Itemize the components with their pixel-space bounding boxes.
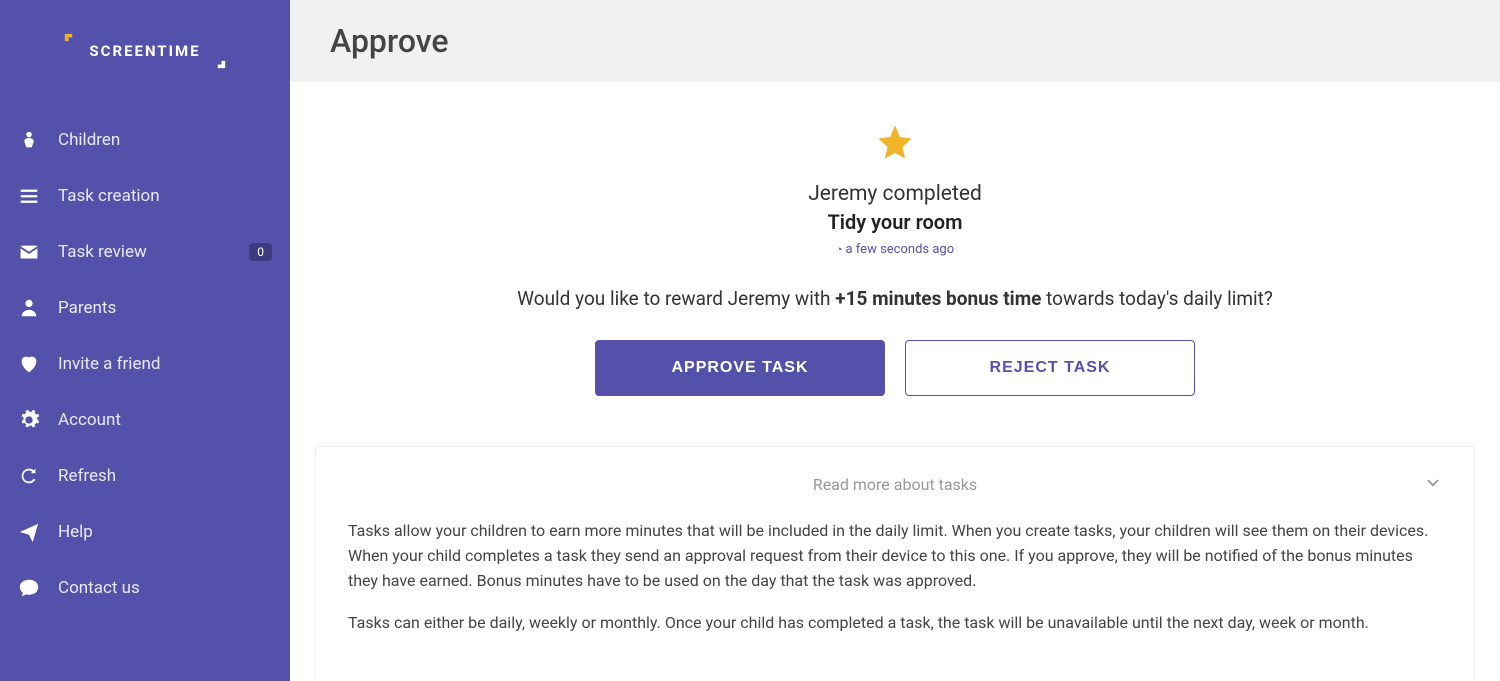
task-name: Tidy your room bbox=[315, 210, 1475, 234]
reward-prompt: Would you like to reward Jeremy with +15… bbox=[315, 287, 1475, 310]
heart-icon bbox=[18, 353, 40, 375]
chat-icon bbox=[18, 577, 40, 599]
info-panel-toggle[interactable]: Read more about tasks bbox=[348, 475, 1442, 494]
content-area: Jeremy completed Tidy your room ◔a few s… bbox=[290, 82, 1500, 681]
sidebar-item-label: Parents bbox=[58, 298, 272, 318]
sidebar-item-task-creation[interactable]: Task creation bbox=[0, 168, 290, 224]
sidebar-item-task-review[interactable]: Task review 0 bbox=[0, 224, 290, 280]
info-panel-body: Tasks allow your children to earn more m… bbox=[348, 519, 1442, 636]
person-icon bbox=[18, 297, 40, 319]
sidebar-item-label: Task review bbox=[58, 242, 249, 262]
sidebar-item-parents[interactable]: Parents bbox=[0, 280, 290, 336]
gear-icon bbox=[18, 409, 40, 431]
sidebar-item-invite-friend[interactable]: Invite a friend bbox=[0, 336, 290, 392]
sidebar-item-account[interactable]: Account bbox=[0, 392, 290, 448]
brand-name: SCREENTIME bbox=[89, 42, 200, 60]
mail-icon bbox=[18, 241, 40, 263]
star-icon bbox=[875, 122, 915, 172]
sidebar-item-label: Refresh bbox=[58, 466, 272, 486]
sidebar-item-label: Account bbox=[58, 410, 272, 430]
info-paragraph: Tasks allow your children to earn more m… bbox=[348, 519, 1442, 593]
sidebar-item-label: Contact us bbox=[58, 578, 272, 598]
refresh-icon bbox=[18, 465, 40, 487]
sidebar-item-children[interactable]: Children bbox=[0, 112, 290, 168]
action-buttons: APPROVE TASK REJECT TASK bbox=[315, 340, 1475, 396]
child-icon bbox=[18, 129, 40, 151]
sidebar-item-label: Help bbox=[58, 522, 272, 542]
sidebar-item-refresh[interactable]: Refresh bbox=[0, 448, 290, 504]
sidebar-item-label: Task creation bbox=[58, 186, 272, 206]
task-approval-card: Jeremy completed Tidy your room ◔a few s… bbox=[315, 112, 1475, 436]
clock-icon: ◔ bbox=[836, 243, 843, 256]
send-icon bbox=[18, 521, 40, 543]
info-paragraph: Tasks can either be daily, weekly or mon… bbox=[348, 611, 1442, 636]
page-title: Approve bbox=[330, 22, 1460, 60]
sidebar: SCREENTIME Children Task creation Task r… bbox=[0, 0, 290, 681]
menu-icon bbox=[18, 185, 40, 207]
reject-task-button[interactable]: REJECT TASK bbox=[905, 340, 1195, 396]
page-header: Approve bbox=[290, 0, 1500, 82]
task-timestamp: ◔a few seconds ago bbox=[315, 242, 1475, 257]
info-panel: Read more about tasks Tasks allow your c… bbox=[315, 446, 1475, 681]
task-review-badge: 0 bbox=[249, 243, 272, 261]
completed-text: Jeremy completed bbox=[315, 182, 1475, 206]
chevron-down-icon bbox=[1424, 474, 1442, 496]
sidebar-item-label: Children bbox=[58, 130, 272, 150]
info-panel-title: Read more about tasks bbox=[813, 475, 977, 494]
main-content: Approve Jeremy completed Tidy your room … bbox=[290, 0, 1500, 681]
sidebar-item-label: Invite a friend bbox=[58, 354, 272, 374]
brand-logo: SCREENTIME bbox=[0, 40, 290, 62]
sidebar-item-contact-us[interactable]: Contact us bbox=[0, 560, 290, 616]
sidebar-item-help[interactable]: Help bbox=[0, 504, 290, 560]
approve-task-button[interactable]: APPROVE TASK bbox=[595, 340, 885, 396]
